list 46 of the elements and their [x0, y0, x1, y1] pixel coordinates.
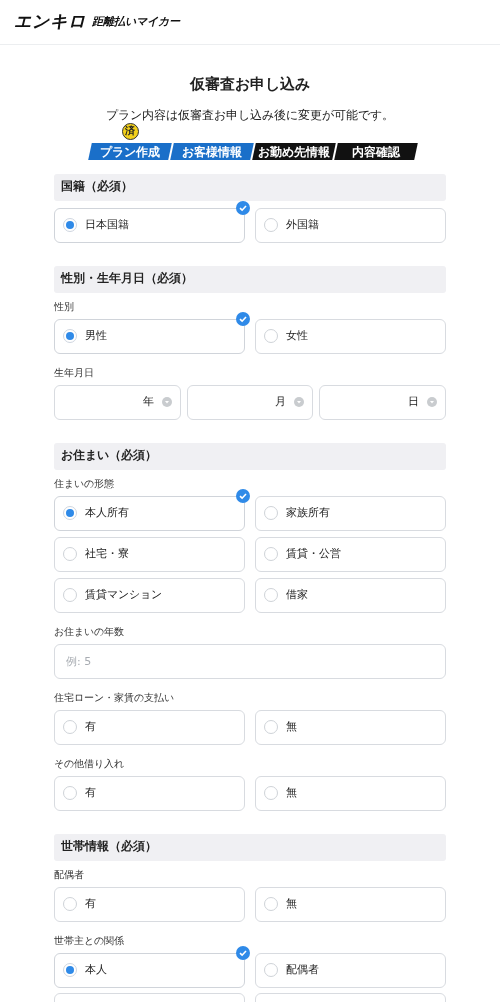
- page-title: 仮審査お申し込み: [188, 74, 311, 95]
- radio-option[interactable]: 男性: [54, 318, 245, 354]
- radio-option[interactable]: 女性: [255, 318, 446, 354]
- field-label: 世帯主との関係: [54, 933, 125, 947]
- radio-option[interactable]: 家族所有: [255, 495, 446, 531]
- radio-option[interactable]: 配偶者: [255, 952, 446, 988]
- radio-option[interactable]: 有: [54, 775, 245, 811]
- field-label: 性別: [54, 299, 75, 313]
- radio-option[interactable]: 本人: [54, 952, 245, 988]
- select-field[interactable]: 日: [319, 384, 446, 420]
- check-badge-icon: [236, 311, 250, 326]
- dropdown-icon: [294, 397, 305, 407]
- radio-option[interactable]: 日本国籍: [54, 207, 245, 243]
- logo[interactable]: エンキロ: [14, 9, 86, 35]
- done-badge: 済: [121, 122, 139, 140]
- select-field[interactable]: 月: [186, 384, 314, 420]
- section-header: 性別・生年月日（必須）: [54, 265, 446, 293]
- select-field[interactable]: 年: [54, 384, 181, 420]
- radio-option[interactable]: 本人所有: [54, 495, 245, 531]
- field-label: 住宅ローン・家賃の支払い: [54, 690, 175, 704]
- radio-option[interactable]: 無: [255, 775, 446, 811]
- radio-option[interactable]: 賃貸・公営: [255, 536, 446, 572]
- radio-option[interactable]: 無: [255, 886, 446, 922]
- radio-option[interactable]: 借家: [255, 577, 446, 613]
- radio-option[interactable]: 有: [54, 709, 245, 745]
- radio-option[interactable]: 外国籍: [255, 207, 446, 243]
- subtitle: プラン内容は仮審査お申し込み後に変更が可能です。: [105, 106, 395, 123]
- dropdown-icon: [161, 397, 172, 407]
- radio-option[interactable]: 有: [54, 886, 245, 922]
- check-badge-icon: [236, 200, 250, 215]
- field-label: 生年月日: [54, 365, 95, 379]
- field-label: お住まいの年数: [54, 624, 125, 638]
- section-header: 世帯情報（必須）: [54, 833, 446, 861]
- section-header: 国籍（必須）: [54, 173, 446, 201]
- field-label: 住まいの形態: [54, 476, 115, 490]
- tagline: 距離払いマイカー: [92, 13, 180, 30]
- check-badge-icon: [236, 488, 250, 503]
- radio-option[interactable]: 賃貸マンション: [54, 577, 245, 613]
- radio-option[interactable]: 無: [255, 709, 446, 745]
- field-label: 配偶者: [54, 867, 85, 881]
- radio-option[interactable]: 社宅・寮: [54, 536, 245, 572]
- check-badge-icon: [236, 945, 250, 960]
- input-field[interactable]: 例: 5: [54, 643, 446, 679]
- dropdown-icon: [427, 397, 437, 407]
- field-label: その他借り入れ: [54, 756, 125, 770]
- section-header: お住まい（必須）: [54, 442, 446, 470]
